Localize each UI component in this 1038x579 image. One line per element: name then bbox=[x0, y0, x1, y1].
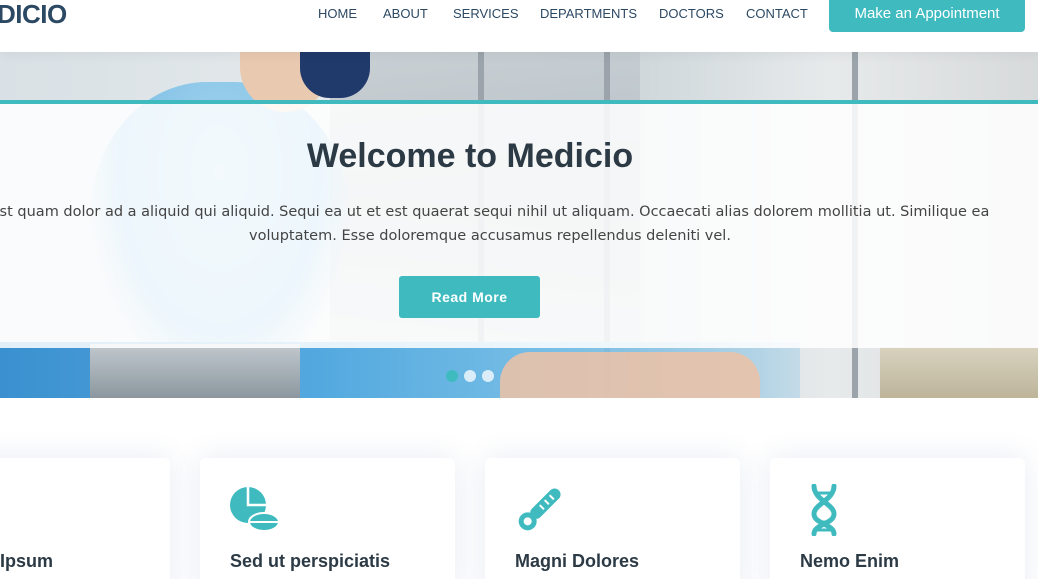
pills-icon bbox=[230, 487, 280, 532]
carousel-indicator-2[interactable] bbox=[464, 370, 476, 382]
service-card[interactable]: Sed ut perspiciatis bbox=[200, 458, 455, 579]
thermometer-icon bbox=[518, 488, 561, 531]
nav-contact[interactable]: CONTACT bbox=[746, 7, 808, 21]
page: DICIO HOME ABOUT SERVICES DEPARTMENTS DO… bbox=[0, 0, 1038, 579]
nav-about[interactable]: ABOUT bbox=[383, 7, 428, 21]
nav-services[interactable]: SERVICES bbox=[453, 7, 519, 21]
make-appointment-button[interactable]: Make an Appointment bbox=[829, 0, 1025, 32]
service-card[interactable]: Ipsum bbox=[0, 458, 170, 579]
hero-carousel: Welcome to Medicio est quam dolor ad a a… bbox=[0, 52, 1038, 398]
service-card-title: Nemo Enim bbox=[800, 551, 900, 571]
services-section: Ipsum Sed ut perspiciatis Magni Dolores … bbox=[0, 398, 1038, 579]
service-card-title: Ipsum bbox=[0, 551, 54, 571]
nav-home[interactable]: HOME bbox=[318, 7, 357, 21]
header: DICIO HOME ABOUT SERVICES DEPARTMENTS DO… bbox=[0, 0, 1038, 52]
hero-title: Welcome to Medicio bbox=[306, 137, 634, 175]
service-card-title: Magni Dolores bbox=[515, 551, 640, 571]
nav-departments[interactable]: DEPARTMENTS bbox=[540, 7, 637, 21]
service-card-title: Sed ut perspiciatis bbox=[230, 551, 391, 571]
carousel-indicator-1[interactable] bbox=[446, 370, 458, 382]
read-more-button[interactable]: Read More bbox=[399, 276, 540, 318]
carousel-indicator-3[interactable] bbox=[482, 370, 494, 382]
nav-doctors[interactable]: DOCTORS bbox=[659, 7, 724, 21]
dna-icon bbox=[811, 484, 837, 536]
service-card[interactable]: Magni Dolores bbox=[485, 458, 740, 579]
service-card[interactable]: Nemo Enim bbox=[770, 458, 1025, 579]
hero-description: est quam dolor ad a aliquid qui aliquid.… bbox=[0, 204, 990, 244]
